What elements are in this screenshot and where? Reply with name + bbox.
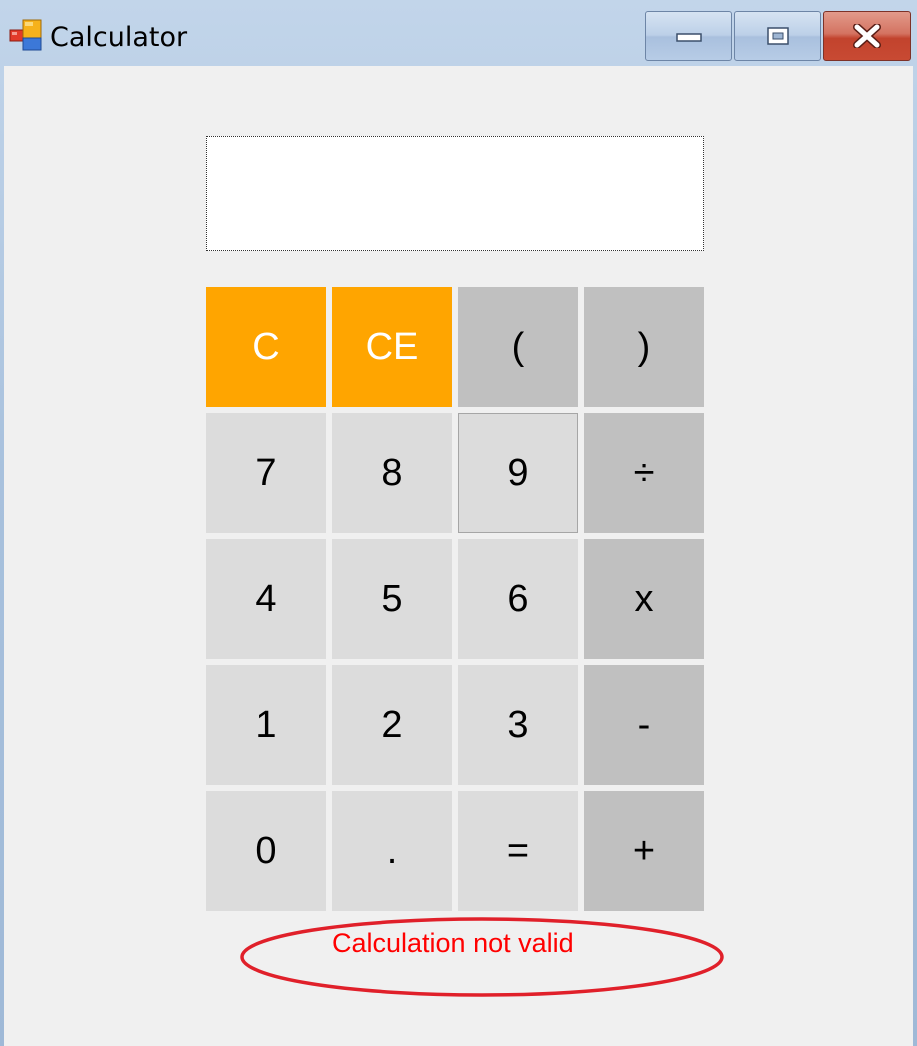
divide-button[interactable]: ÷ [584, 413, 704, 533]
minimize-button[interactable] [645, 11, 732, 61]
minimize-icon [675, 33, 702, 42]
digit-4-button[interactable]: 4 [206, 539, 326, 659]
clear-button[interactable]: C [206, 287, 326, 407]
digit-6-button[interactable]: 6 [458, 539, 578, 659]
digit-8-button[interactable]: 8 [332, 413, 452, 533]
digit-2-button[interactable]: 2 [332, 665, 452, 785]
clear-entry-button[interactable]: CE [332, 287, 452, 407]
digit-7-button[interactable]: 7 [206, 413, 326, 533]
decimal-button[interactable]: . [332, 791, 452, 911]
close-button[interactable] [823, 11, 911, 61]
equals-button[interactable]: = [458, 791, 578, 911]
keypad: C CE() 7 8 9 ÷ 4 5 6 x 1 2 3- 0. = + [206, 287, 704, 911]
calculator-app-icon [9, 19, 42, 51]
open-paren-button[interactable]: ( [458, 287, 578, 407]
client-area: C CE() 7 8 9 ÷ 4 5 6 x 1 2 3- 0. = + Calculation not va… [4, 66, 913, 1046]
maximize-icon [766, 27, 789, 45]
subtract-button[interactable]: - [584, 665, 704, 785]
maximize-button[interactable] [734, 11, 821, 61]
close-icon [853, 24, 881, 48]
close-paren-button[interactable]: ) [584, 287, 704, 407]
multiply-button[interactable]: x [584, 539, 704, 659]
window-title: Calculator [50, 22, 188, 53]
digit-5-button[interactable]: 5 [332, 539, 452, 659]
display-field[interactable] [206, 136, 704, 251]
digit-1-button[interactable]: 1 [206, 665, 326, 785]
calculator-window: Calculator C CE () 7 8 9 ÷ 4 5 6 x 1 2 … [0, 0, 917, 1046]
error-message: Calculation not valid [332, 928, 574, 958]
error-callout: Calculation not valid [238, 915, 726, 999]
digit-0-button[interactable]: 0 [206, 791, 326, 911]
add-button[interactable]: + [584, 791, 704, 911]
digit-9-button[interactable]: 9 [458, 413, 578, 533]
digit-3-button[interactable]: 3 [458, 665, 578, 785]
title-bar[interactable]: Calculator [0, 0, 917, 66]
